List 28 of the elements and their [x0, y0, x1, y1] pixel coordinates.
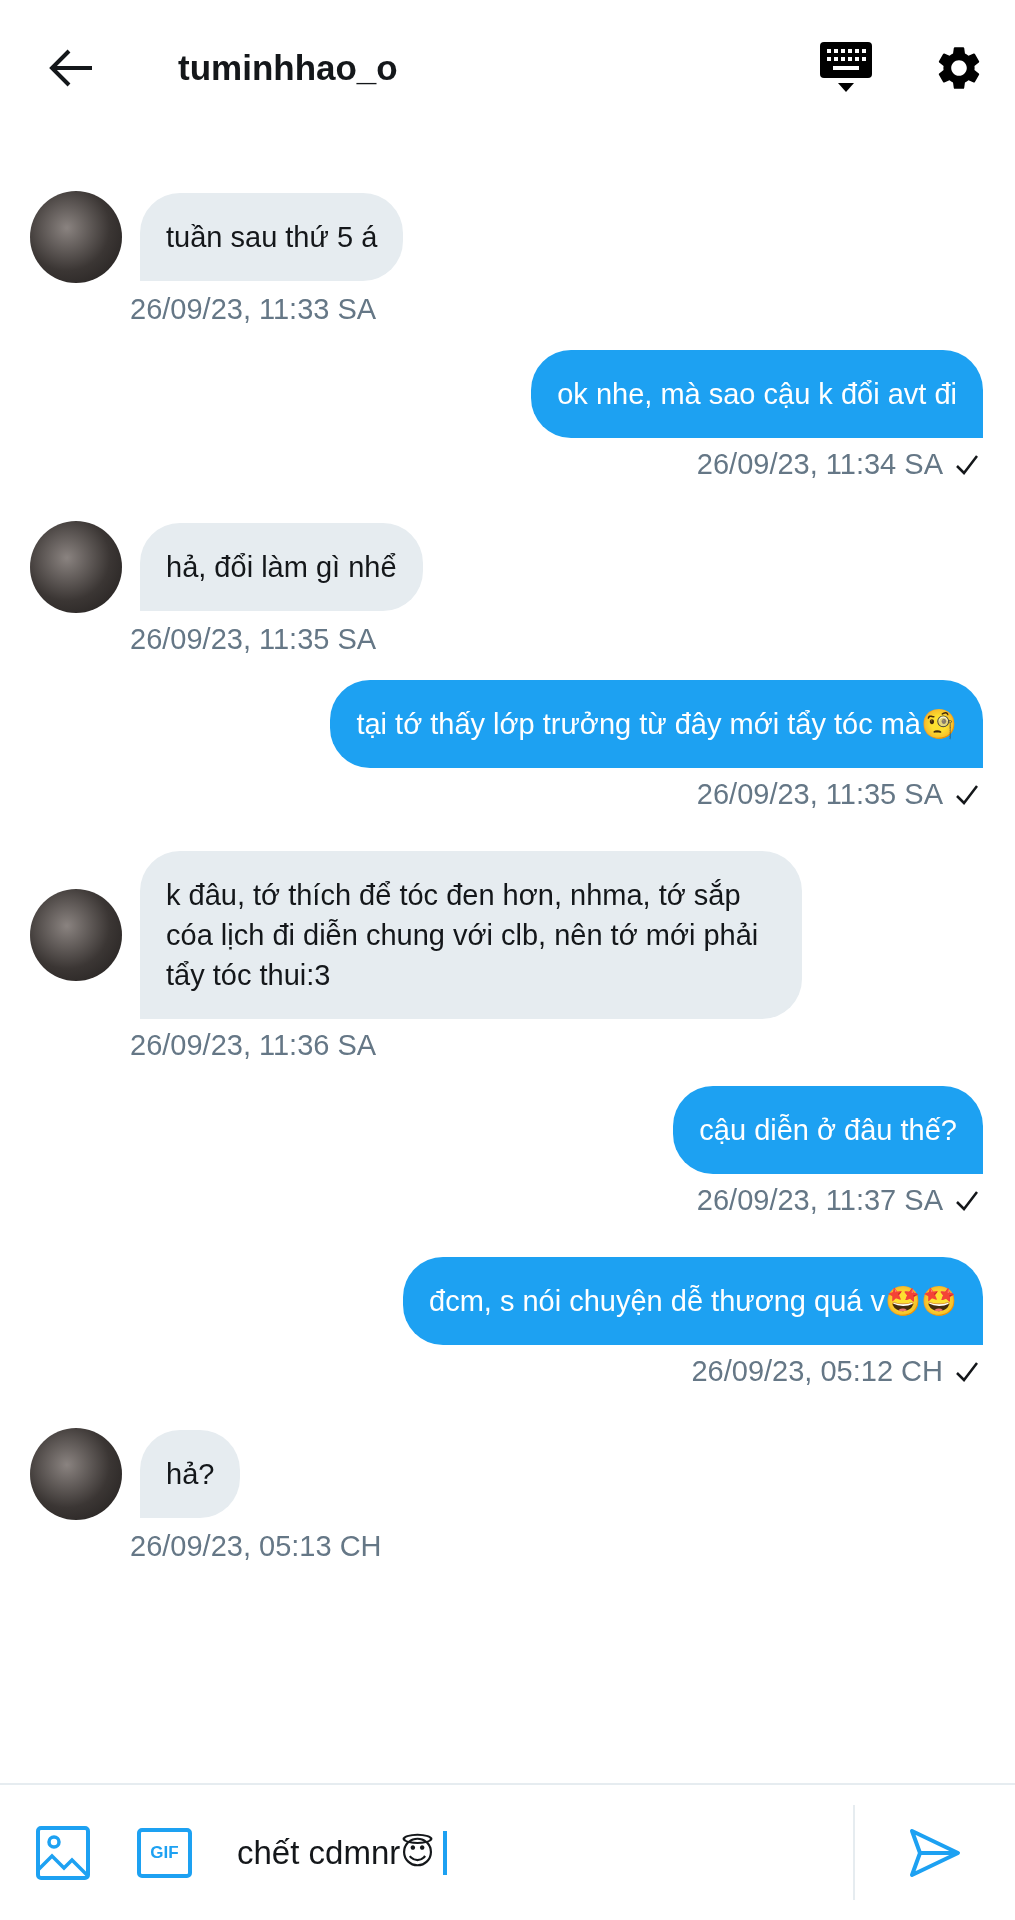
- image-icon: [36, 1825, 90, 1880]
- back-arrow-icon: [48, 47, 94, 88]
- sent-message-bubble: tại tớ thấy lớp trưởng từ đây mới tẩy tóc mà🧐: [330, 680, 983, 768]
- send-button[interactable]: [909, 1827, 961, 1878]
- message-timestamp: 26/09/23, 11:35 SA: [130, 623, 377, 656]
- message-timestamp: 26/09/23, 05:12 CH: [691, 1355, 943, 1388]
- conversation-title: tuminhhao_o: [178, 47, 399, 88]
- check-icon: [955, 1189, 979, 1212]
- check-icon: [955, 1360, 979, 1383]
- message-input-field[interactable]: chết cdmnr😇: [237, 1785, 853, 1920]
- message-timestamp: 26/09/23, 11:33 SA: [130, 293, 377, 326]
- image-button[interactable]: [36, 1825, 90, 1880]
- sent-message-bubble: cậu diễn ở đâu thế?: [673, 1086, 983, 1174]
- message-timestamp: 26/09/23, 11:34 SA: [696, 448, 943, 481]
- check-icon: [955, 453, 979, 476]
- back-button[interactable]: [48, 47, 94, 88]
- message-timestamp: 26/09/23, 11:37 SA: [696, 1184, 943, 1217]
- received-message-bubble: hả?: [140, 1430, 241, 1518]
- received-message-bubble: hả, đổi làm gì nhể: [140, 523, 423, 611]
- message-timestamp: 26/09/23, 05:13 CH: [130, 1530, 382, 1563]
- send-icon: [909, 1827, 961, 1878]
- message-timestamp: 26/09/23, 11:35 SA: [696, 778, 943, 811]
- sent-message-bubble: ok nhe, mà sao cậu k đổi avt đi: [531, 350, 983, 438]
- received-message-bubble: k đâu, tớ thích để tóc đen hơn, nhma, tớ sắp cóa lịch đi diễn chung với clb, nên tớ mới phải tẩy tóc thui:3: [140, 851, 802, 1019]
- message-timestamp: 26/09/23, 11:36 SA: [130, 1029, 377, 1062]
- check-icon: [955, 783, 979, 806]
- received-message-bubble: tuần sau thứ 5 á: [140, 193, 404, 281]
- sent-message-bubble: đcm, s nói chuyện dễ thương quá v🤩🤩: [403, 1257, 983, 1345]
